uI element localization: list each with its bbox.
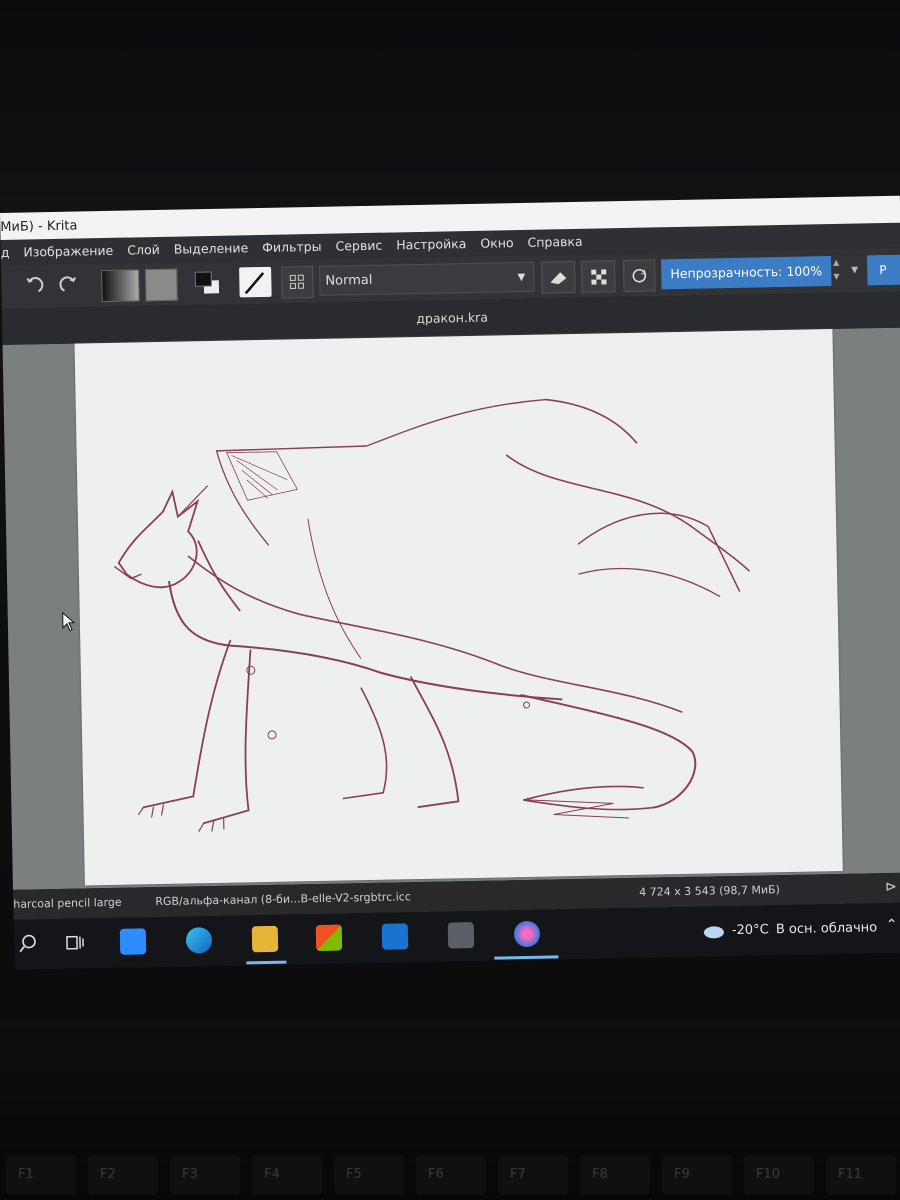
canvas-workspace <box>2 327 900 890</box>
task-view-icon[interactable] <box>64 932 86 952</box>
menu-tools[interactable]: Сервис <box>335 238 382 254</box>
key-f5: F5 <box>334 1155 404 1195</box>
menu-settings[interactable]: Настройка <box>396 236 466 252</box>
mail-icon[interactable] <box>381 923 409 950</box>
pattern-selector[interactable] <box>145 268 178 302</box>
fg-bg-color-selector[interactable] <box>191 268 224 299</box>
size-slider-label: Р <box>879 262 887 278</box>
store-icon[interactable] <box>315 924 343 952</box>
file-explorer-icon[interactable] <box>251 925 279 953</box>
menu-image[interactable]: Изображение <box>23 243 113 260</box>
menu-file[interactable]: д <box>1 245 10 260</box>
checkerboard-icon <box>591 269 607 285</box>
blend-mode-value: Normal <box>325 272 373 289</box>
scroll-right-icon[interactable]: ⊳ <box>885 879 897 895</box>
key-f10: F10 <box>744 1155 814 1195</box>
tray-chevron-up-icon[interactable]: ⌃ <box>886 917 898 933</box>
reload-preset-button[interactable] <box>623 259 656 293</box>
menu-filters[interactable]: Фильтры <box>262 239 322 255</box>
eraser-icon <box>550 272 567 285</box>
redo-icon <box>59 276 77 292</box>
key-f9: F9 <box>662 1155 732 1195</box>
key-f11: F11 <box>826 1155 896 1195</box>
dragon-sketch <box>114 398 750 832</box>
keyboard: F1 F2 F3 F4 F5 F6 F7 F8 F9 F10 F11 <box>0 1020 900 1200</box>
key-f1: F1 <box>6 1155 76 1195</box>
gradient-selector[interactable] <box>101 269 140 303</box>
active-indicator <box>246 960 287 965</box>
krita-active-indicator <box>494 955 559 960</box>
redo-button[interactable] <box>55 270 84 301</box>
key-f2: F2 <box>88 1155 158 1195</box>
document-tab[interactable]: дракон.kra <box>416 310 488 326</box>
menu-layer[interactable]: Слой <box>127 242 160 258</box>
color-profile: RGB/альфа-канал (8-би...B-elle-V2-srgbtr… <box>155 890 411 909</box>
search-icon[interactable] <box>18 933 38 953</box>
menu-help[interactable]: Справка <box>527 234 582 250</box>
key-f3: F3 <box>170 1155 240 1195</box>
refresh-icon <box>632 268 647 283</box>
key-f4: F4 <box>252 1155 322 1195</box>
menu-select[interactable]: Выделение <box>174 240 249 256</box>
camera-icon[interactable] <box>447 922 475 949</box>
screen: МиБ) - Krita д Изображение Слой Выделени… <box>0 195 900 970</box>
blend-mode-select[interactable]: Normal ▼ <box>319 261 535 296</box>
weather-cloud-icon <box>703 926 724 939</box>
opacity-slider[interactable]: Непрозрачность: 100% <box>661 256 832 290</box>
brush-preset-name: harcoal pencil large <box>13 895 122 911</box>
key-f7: F7 <box>498 1155 568 1195</box>
eraser-mode-button[interactable] <box>541 260 576 294</box>
menu-window[interactable]: Окно <box>480 235 514 251</box>
opacity-label: Непрозрачность: 100% <box>670 263 823 282</box>
key-f6: F6 <box>416 1155 486 1195</box>
opacity-spin-buttons[interactable]: ▲ ▼ <box>833 256 848 286</box>
opacity-menu-icon[interactable]: ▼ <box>851 255 864 285</box>
brush-preset-button[interactable] <box>239 266 272 298</box>
chevron-down-icon: ▼ <box>517 271 526 284</box>
weather-description: В осн. облачно <box>775 920 878 938</box>
window-title: МиБ) - Krita <box>0 218 78 235</box>
krita-app-icon[interactable] <box>513 920 541 948</box>
key-f8: F8 <box>580 1155 650 1195</box>
preserve-alpha-button[interactable] <box>581 260 616 293</box>
drawing-canvas[interactable] <box>74 329 843 886</box>
edge-browser-icon[interactable] <box>185 927 213 954</box>
zoom-app-icon[interactable] <box>119 928 147 955</box>
brush-settings-button[interactable] <box>281 265 314 299</box>
image-size: 4 724 x 3 543 (98,7 МиБ) <box>639 883 781 899</box>
grid-settings-icon <box>289 274 305 289</box>
size-slider[interactable]: Р <box>866 254 900 286</box>
weather-temperature: -20°C <box>731 922 769 939</box>
pencil-icon <box>244 272 265 295</box>
undo-icon <box>26 277 44 293</box>
mouse-cursor-icon <box>62 611 76 632</box>
fg-bg-color-icon <box>194 271 221 295</box>
undo-button[interactable] <box>19 271 48 302</box>
